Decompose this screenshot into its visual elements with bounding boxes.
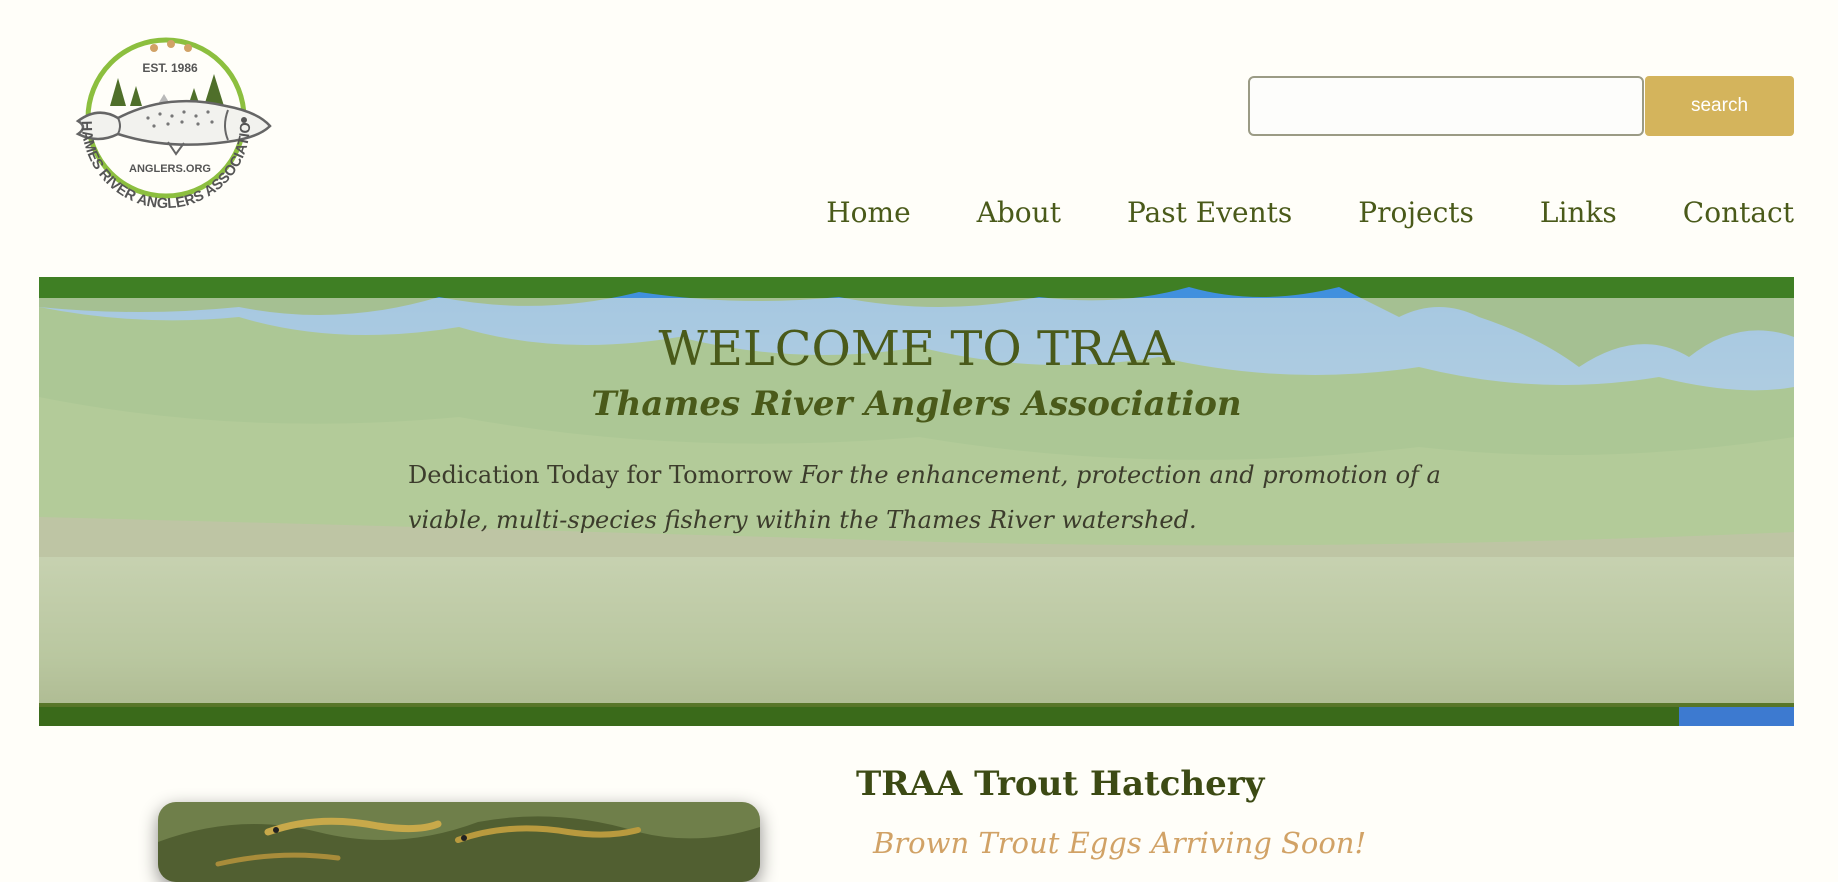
search-input[interactable] — [1248, 76, 1644, 136]
nav-item-projects[interactable]: Projects — [1358, 196, 1474, 229]
search-bar: search — [1248, 76, 1794, 136]
main-nav: Home About Past Events Projects Links Co… — [826, 196, 1794, 229]
nav-item-links[interactable]: Links — [1540, 196, 1617, 229]
site-logo[interactable]: EST. 1986 ANGLERS.ORG THAMES RIVER ANGLE… — [58, 26, 274, 222]
nav-item-about[interactable]: About — [977, 196, 1061, 229]
hero-tagline: Dedication Today for Tomorrow — [408, 461, 793, 489]
hero-title: WELCOME TO TRAA — [658, 321, 1175, 377]
hero-mission-text: Dedication Today for Tomorrow For the en… — [408, 453, 1448, 543]
logo-site-text: ANGLERS.ORG — [129, 163, 211, 175]
hero-banner: WELCOME TO TRAA Thames River Anglers Ass… — [39, 277, 1794, 726]
nav-item-contact[interactable]: Contact — [1683, 196, 1794, 229]
section-title: TRAA Trout Hatchery — [856, 764, 1265, 804]
site-header: EST. 1986 ANGLERS.ORG THAMES RIVER ANGLE… — [0, 0, 1838, 275]
trout-logo-icon: EST. 1986 ANGLERS.ORG THAMES RIVER ANGLE… — [58, 26, 272, 212]
logo-est-text: EST. 1986 — [142, 61, 198, 75]
nav-item-past-events[interactable]: Past Events — [1127, 196, 1292, 229]
nav-item-home[interactable]: Home — [826, 196, 910, 229]
hero-subtitle: Thames River Anglers Association — [591, 384, 1242, 424]
trout-fry-image — [158, 802, 760, 882]
trout-fry-photo — [158, 802, 760, 882]
search-button[interactable]: search — [1645, 76, 1794, 136]
section-subtitle: Brown Trout Eggs Arriving Soon! — [873, 826, 1367, 860]
